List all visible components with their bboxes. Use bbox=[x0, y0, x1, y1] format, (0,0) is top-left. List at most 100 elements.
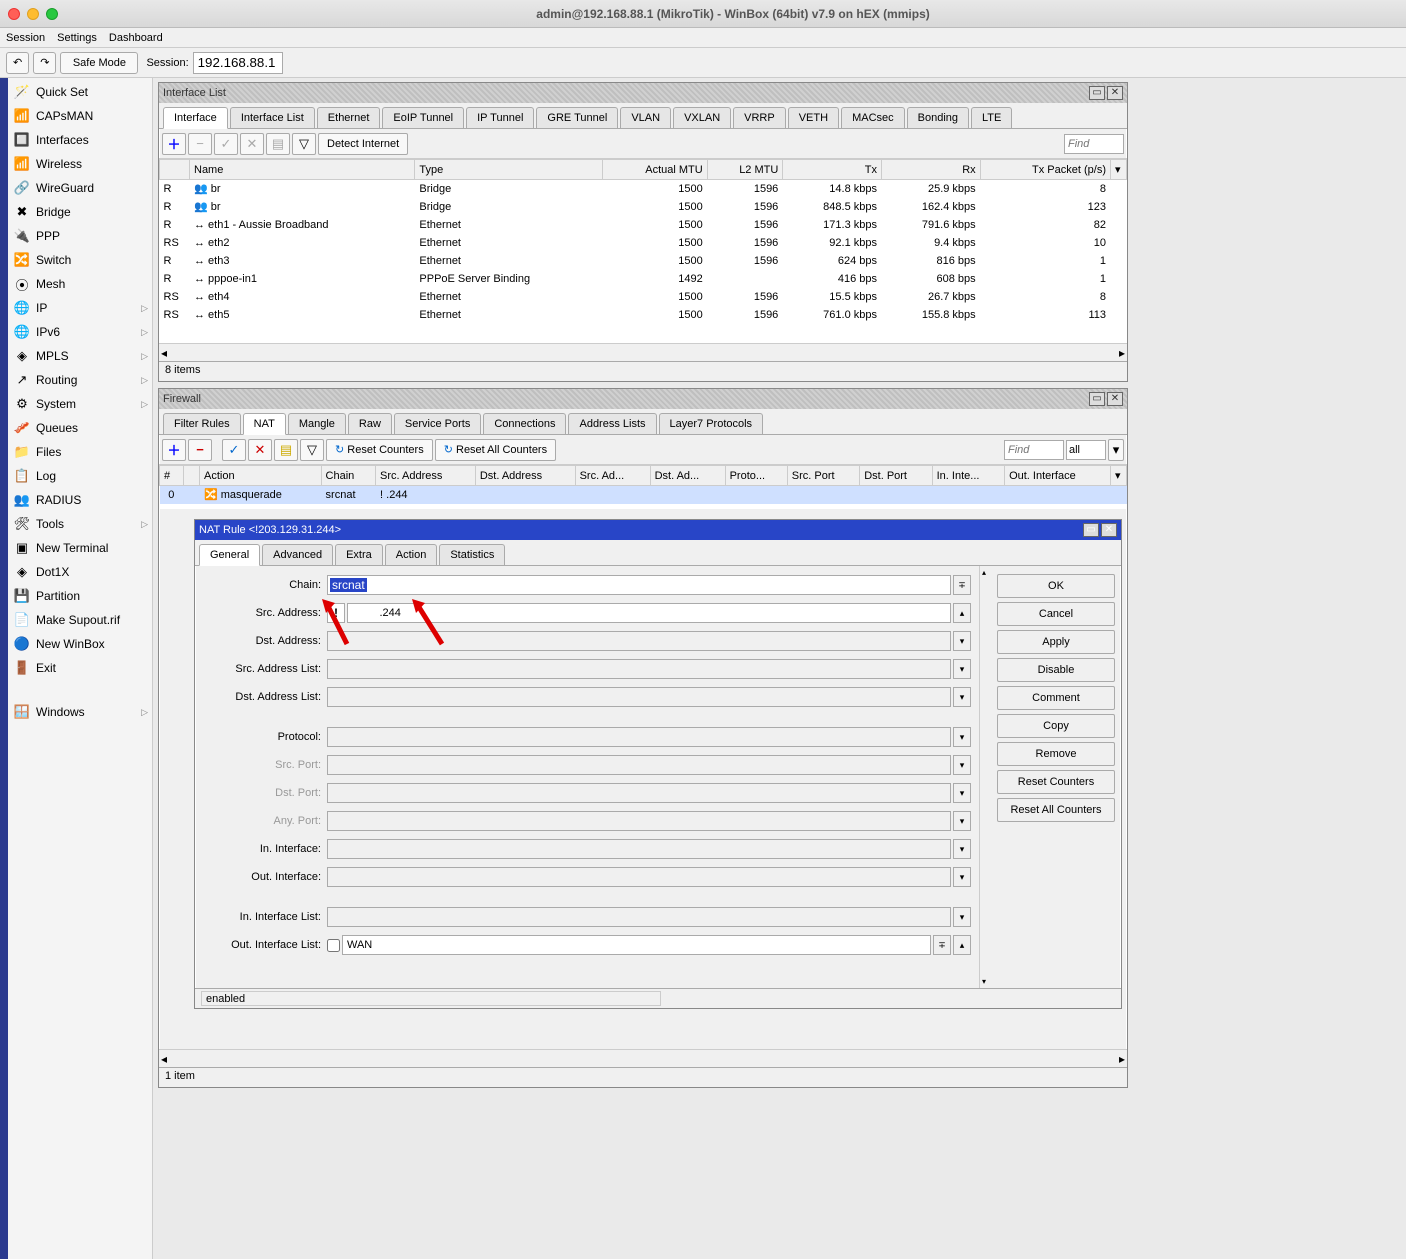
tab-statistics[interactable]: Statistics bbox=[439, 544, 505, 565]
out-interface-input[interactable] bbox=[327, 867, 951, 887]
col-header[interactable]: Dst. Port bbox=[860, 466, 932, 486]
col-header[interactable]: Name bbox=[190, 160, 415, 180]
expand-icon[interactable]: ▾ bbox=[953, 811, 971, 831]
tab-address-lists[interactable]: Address Lists bbox=[568, 413, 656, 434]
tab-ethernet[interactable]: Ethernet bbox=[317, 107, 381, 128]
interface-row[interactable]: R↔ eth1 - Aussie BroadbandEthernet150015… bbox=[160, 216, 1127, 234]
minimize-icon[interactable]: ▭ bbox=[1083, 523, 1099, 537]
sidebar-item-dot1x[interactable]: ◈Dot1X bbox=[8, 560, 152, 584]
sidebar-item-mesh[interactable]: ⦿Mesh bbox=[8, 272, 152, 296]
minimize-icon[interactable]: ▭ bbox=[1089, 86, 1105, 100]
tab-macsec[interactable]: MACsec bbox=[841, 107, 905, 128]
in-interface-list-input[interactable] bbox=[327, 907, 951, 927]
sidebar-item-make-supout.rif[interactable]: 📄Make Supout.rif bbox=[8, 608, 152, 632]
add-button[interactable]: ＋ bbox=[162, 439, 186, 461]
sidebar-item-partition[interactable]: 💾Partition bbox=[8, 584, 152, 608]
src-address-input[interactable] bbox=[347, 603, 951, 623]
nat-rule-titlebar[interactable]: NAT Rule <!203.129.31.244> ▭ ✕ bbox=[195, 520, 1121, 540]
col-header[interactable]: # bbox=[160, 466, 184, 486]
tab-veth[interactable]: VETH bbox=[788, 107, 839, 128]
in-interface-input[interactable] bbox=[327, 839, 951, 859]
col-header[interactable]: Proto... bbox=[725, 466, 787, 486]
col-header[interactable]: Action bbox=[200, 466, 322, 486]
sidebar-item-new-terminal[interactable]: ▣New Terminal bbox=[8, 536, 152, 560]
col-header[interactable]: Type bbox=[415, 160, 603, 180]
tab-gre-tunnel[interactable]: GRE Tunnel bbox=[536, 107, 618, 128]
dropdown-icon[interactable]: ▾ bbox=[1108, 439, 1124, 461]
reset-all-counters-button[interactable]: ↻ Reset All Counters bbox=[435, 439, 556, 461]
disable-button[interactable]: ✕ bbox=[248, 439, 272, 461]
any-port-input[interactable] bbox=[327, 811, 951, 831]
interface-list-titlebar[interactable]: Interface List ▭ ✕ bbox=[159, 83, 1127, 103]
nat-rule-row[interactable]: 0🔀 masqueradesrcnat! .244 bbox=[160, 486, 1127, 504]
h-scrollbar[interactable]: ◂▸ bbox=[159, 1049, 1127, 1067]
sidebar-item-ip[interactable]: 🌐IP▷ bbox=[8, 296, 152, 320]
close-icon[interactable]: ✕ bbox=[1107, 392, 1123, 406]
redo-button[interactable]: ↷ bbox=[33, 52, 56, 74]
close-icon[interactable]: ✕ bbox=[1101, 523, 1117, 537]
expand-icon[interactable]: ▾ bbox=[953, 687, 971, 707]
minimize-window-icon[interactable] bbox=[27, 8, 39, 20]
col-header[interactable]: Src. Address bbox=[376, 466, 476, 486]
undo-button[interactable]: ↶ bbox=[6, 52, 29, 74]
sidebar-item-log[interactable]: 📋Log bbox=[8, 464, 152, 488]
interface-row[interactable]: RS↔ eth5Ethernet15001596761.0 kbps155.8 … bbox=[160, 306, 1127, 324]
out-interface-list-not-checkbox[interactable] bbox=[327, 939, 340, 952]
remove-button[interactable]: − bbox=[188, 439, 212, 461]
sidebar-item-new-winbox[interactable]: 🔵New WinBox bbox=[8, 632, 152, 656]
expand-icon[interactable]: ▾ bbox=[953, 659, 971, 679]
interface-row[interactable]: R👥 brBridge1500159614.8 kbps25.9 kbps8 bbox=[160, 180, 1127, 198]
col-header[interactable] bbox=[184, 466, 200, 486]
expand-icon[interactable]: ▾ bbox=[953, 631, 971, 651]
dst-port-input[interactable] bbox=[327, 783, 951, 803]
col-header[interactable]: Tx Packet (p/s) bbox=[980, 160, 1110, 180]
reset-all-counters-button[interactable]: Reset All Counters bbox=[997, 798, 1115, 822]
safe-mode-button[interactable]: Safe Mode bbox=[60, 52, 138, 74]
tab-vxlan[interactable]: VXLAN bbox=[673, 107, 731, 128]
close-window-icon[interactable] bbox=[8, 8, 20, 20]
tab-ip-tunnel[interactable]: IP Tunnel bbox=[466, 107, 534, 128]
ok-button[interactable]: OK bbox=[997, 574, 1115, 598]
find-input[interactable] bbox=[1004, 440, 1064, 460]
col-menu[interactable]: ▾ bbox=[1111, 160, 1127, 180]
detect-internet-button[interactable]: Detect Internet bbox=[318, 133, 408, 155]
sidebar-item-exit[interactable]: 🚪Exit bbox=[8, 656, 152, 680]
interface-row[interactable]: R↔ eth3Ethernet15001596624 bps816 bps1 bbox=[160, 252, 1127, 270]
disable-button[interactable]: ✕ bbox=[240, 133, 264, 155]
sidebar-item-mpls[interactable]: ◈MPLS▷ bbox=[8, 344, 152, 368]
comment-button[interactable]: ▤ bbox=[274, 439, 298, 461]
collapse-icon[interactable]: ▴ bbox=[953, 603, 971, 623]
expand-icon[interactable]: ▾ bbox=[953, 755, 971, 775]
firewall-titlebar[interactable]: Firewall ▭ ✕ bbox=[159, 389, 1127, 409]
disable-button[interactable]: Disable bbox=[997, 658, 1115, 682]
col-header[interactable]: Src. Ad... bbox=[575, 466, 650, 486]
tab-lte[interactable]: LTE bbox=[971, 107, 1012, 128]
maximize-window-icon[interactable] bbox=[46, 8, 58, 20]
sidebar-item-wireless[interactable]: 📶Wireless bbox=[8, 152, 152, 176]
expand-icon[interactable]: ▾ bbox=[953, 839, 971, 859]
expand-icon[interactable]: ▾ bbox=[953, 727, 971, 747]
expand-icon[interactable]: ▾ bbox=[953, 907, 971, 927]
sidebar-item-capsman[interactable]: 📶CAPsMAN bbox=[8, 104, 152, 128]
tab-vrrp[interactable]: VRRP bbox=[733, 107, 786, 128]
all-filter[interactable] bbox=[1066, 440, 1106, 460]
interface-row[interactable]: R↔ pppoe-in1PPPoE Server Binding1492416 … bbox=[160, 270, 1127, 288]
h-scrollbar[interactable]: ◂▸ bbox=[159, 343, 1127, 361]
tab-extra[interactable]: Extra bbox=[335, 544, 383, 565]
col-header[interactable]: Src. Port bbox=[787, 466, 859, 486]
filter-button[interactable]: ▽ bbox=[300, 439, 324, 461]
enable-button[interactable]: ✓ bbox=[222, 439, 246, 461]
tab-action[interactable]: Action bbox=[385, 544, 438, 565]
sidebar-item-interfaces[interactable]: 🔲Interfaces bbox=[8, 128, 152, 152]
protocol-input[interactable] bbox=[327, 727, 951, 747]
col-header[interactable] bbox=[160, 160, 190, 180]
sidebar-item-radius[interactable]: 👥RADIUS bbox=[8, 488, 152, 512]
sidebar-item-files[interactable]: 📁Files bbox=[8, 440, 152, 464]
col-header[interactable]: In. Inte... bbox=[932, 466, 1004, 486]
session-input[interactable] bbox=[193, 52, 283, 74]
add-button[interactable]: ＋ bbox=[162, 133, 186, 155]
sidebar-item-wireguard[interactable]: 🔗WireGuard bbox=[8, 176, 152, 200]
enable-button[interactable]: ✓ bbox=[214, 133, 238, 155]
col-header[interactable]: Rx bbox=[881, 160, 980, 180]
tab-filter-rules[interactable]: Filter Rules bbox=[163, 413, 241, 434]
